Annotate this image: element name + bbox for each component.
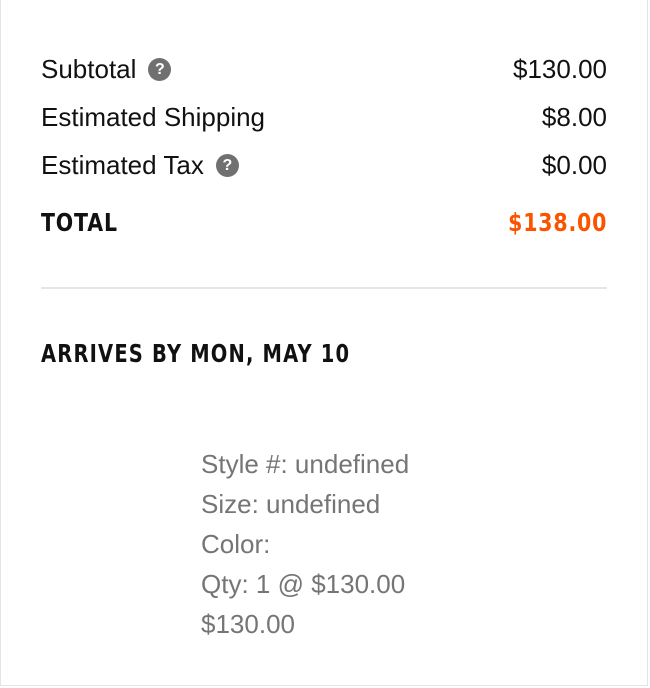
item-size: Size: undefined [201, 489, 381, 519]
tax-value: $0.00 [541, 150, 607, 180]
tax-help-icon[interactable]: ? [215, 153, 239, 177]
shipping-row: Estimated Shipping $8.00 [41, 93, 607, 141]
tax-label: Estimated Tax [41, 150, 204, 180]
subtotal-value: $130.00 [513, 54, 607, 84]
total-value: $138.00 [508, 207, 608, 237]
item-style: Style #: undefined [201, 449, 410, 479]
item-price: $130.00 [201, 609, 295, 639]
item-details: Style #: undefined Size: undefined Color… [201, 444, 409, 644]
item-color: Color: [201, 529, 271, 559]
subtotal-help-icon[interactable]: ? [148, 57, 172, 81]
subtotal-label-group: Subtotal ? [41, 51, 172, 87]
total-label: TOTAL [41, 207, 118, 237]
price-summary: Subtotal ? $130.00 Estimated Shipping $8… [41, 45, 607, 245]
summary-divider [41, 287, 607, 289]
tax-row: Estimated Tax ? $0.00 [41, 141, 607, 189]
shipping-label-group: Estimated Shipping [41, 99, 265, 135]
item-quantity: Qty: 1 @ $130.00 [201, 569, 406, 599]
shipping-value: $8.00 [541, 102, 607, 132]
subtotal-row: Subtotal ? $130.00 [41, 45, 607, 93]
arrival-heading: ARRIVES BY MON, MAY 10 [41, 339, 351, 368]
order-summary-panel: Subtotal ? $130.00 Estimated Shipping $8… [0, 0, 648, 686]
subtotal-label: Subtotal [41, 54, 137, 84]
shipping-label: Estimated Shipping [41, 102, 266, 132]
tax-label-group: Estimated Tax ? [41, 147, 239, 183]
total-row: TOTAL $138.00 [41, 199, 607, 245]
